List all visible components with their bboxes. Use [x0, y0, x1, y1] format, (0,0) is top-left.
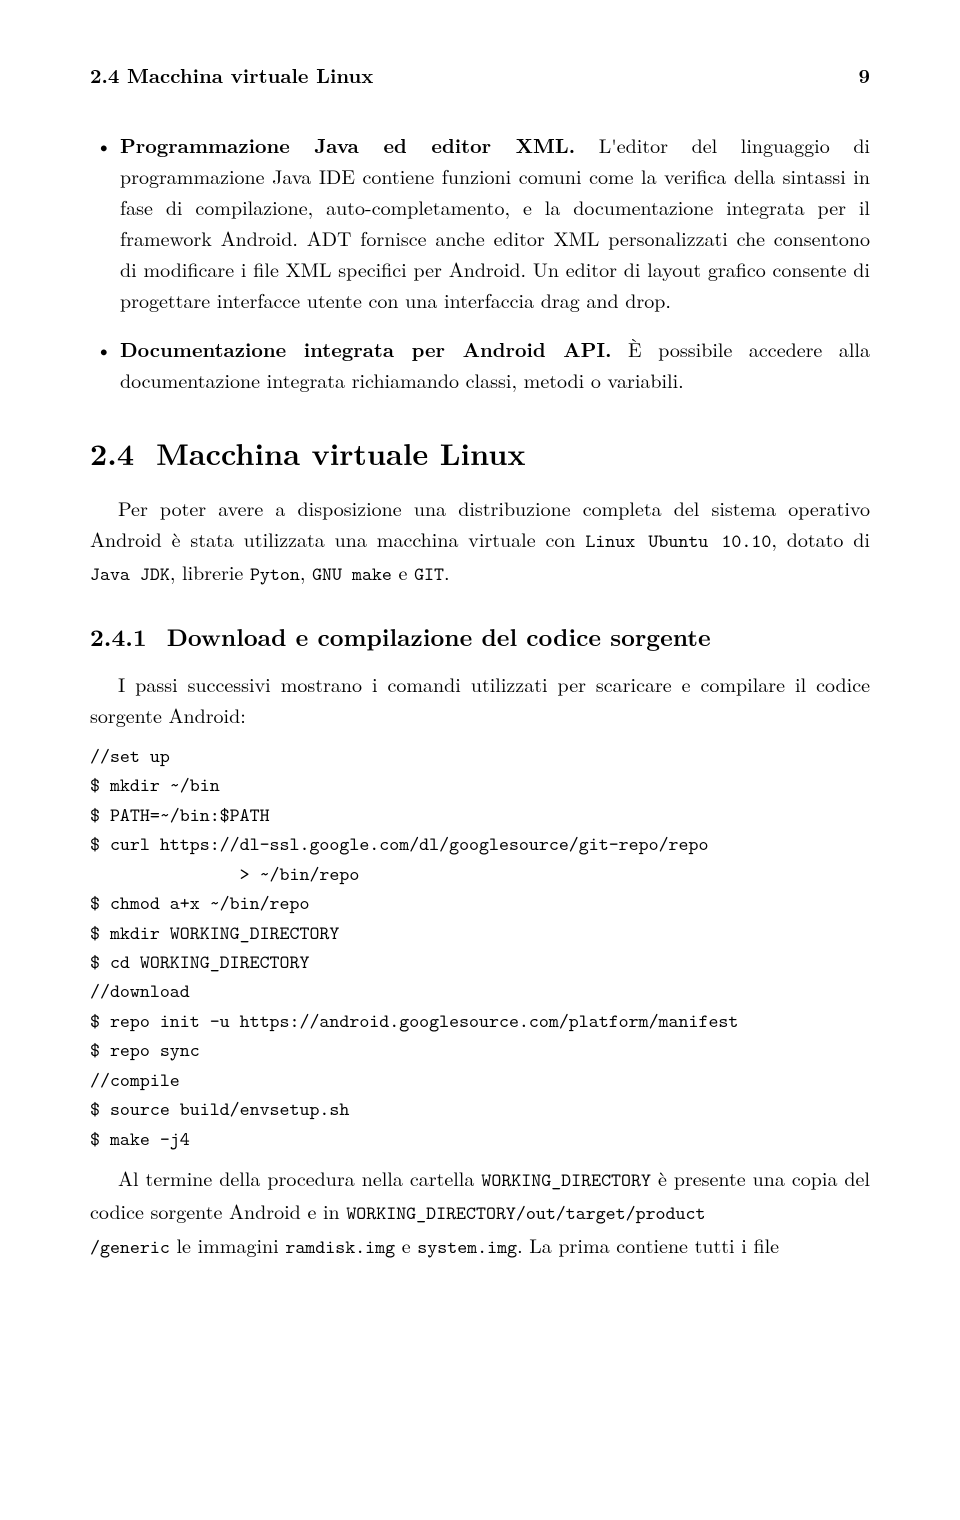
- closing-para: Al termine della procedura nella cartell…: [90, 1162, 870, 1262]
- runhead-pagenum: 9: [859, 60, 871, 89]
- inline-code: GNU make: [312, 562, 392, 587]
- subsection-number: 2.4.1: [90, 620, 147, 654]
- inline-code: Linux Ubuntu 10.10: [585, 529, 771, 554]
- section-para: Per poter avere a disposizione una distr…: [90, 492, 870, 590]
- bullet-title: Documentazione integrata per Android API…: [120, 334, 611, 363]
- inline-code: WORKING_DIRECTORY/out/target/product: [346, 1201, 705, 1226]
- section-title: Macchina virtuale Linux: [156, 431, 526, 474]
- code-block: //set up $ mkdir ~/bin $ PATH=~/bin:$PAT…: [90, 742, 870, 1154]
- bullet-title: Programmazione Java ed editor XML.: [120, 130, 575, 159]
- section-heading: 2.4 Macchina virtuale Linux: [90, 431, 870, 474]
- page: 2.4 Macchina virtuale Linux 9 Programmaz…: [0, 0, 960, 1334]
- inline-code: GIT: [414, 562, 444, 587]
- running-head: 2.4 Macchina virtuale Linux 9: [90, 60, 870, 89]
- inline-code: /generic: [90, 1235, 170, 1260]
- bullet-list: Programmazione Java ed editor XML. L'edi…: [90, 129, 870, 395]
- subsection-heading: 2.4.1 Download e compilazione del codice …: [90, 620, 870, 654]
- inline-code: ramdisk.img: [285, 1235, 395, 1260]
- runhead-left: 2.4 Macchina virtuale Linux: [90, 60, 373, 89]
- inline-code: Pyton: [250, 562, 300, 587]
- subsection-intro: I passi successivi mostrano i comandi ut…: [90, 668, 870, 730]
- bullet-item: Documentazione integrata per Android API…: [120, 333, 870, 395]
- subsection-title: Download e compilazione del codice sorge…: [167, 620, 711, 654]
- inline-code: system.img: [417, 1235, 517, 1260]
- bullet-item: Programmazione Java ed editor XML. L'edi…: [120, 129, 870, 315]
- section-number: 2.4: [90, 431, 134, 474]
- inline-code: WORKING_DIRECTORY: [481, 1168, 651, 1193]
- inline-code: Java JDK: [90, 562, 170, 587]
